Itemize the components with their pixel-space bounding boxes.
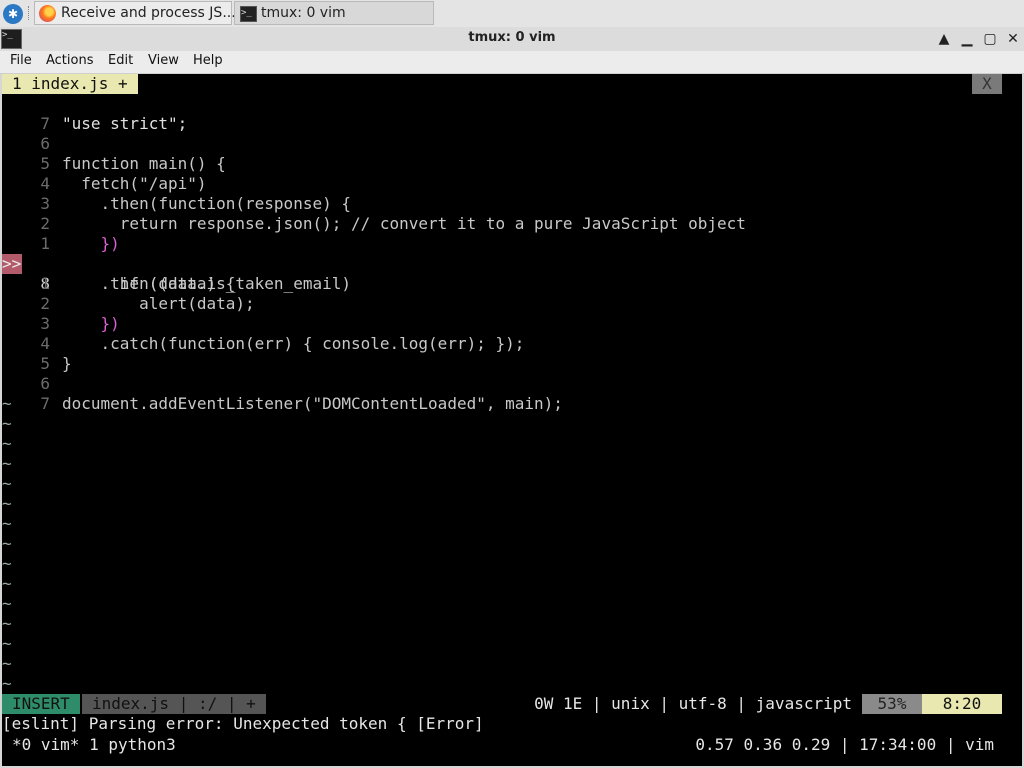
- code-line: 6: [2, 354, 50, 393]
- vim-tab-index-js[interactable]: 1 index.js +: [2, 74, 138, 94]
- code-line: 2 return response.json(); // convert it …: [2, 194, 746, 233]
- code-line: 6: [2, 114, 50, 153]
- code-text: return response.json(); // convert it to…: [62, 214, 746, 233]
- start-menu-icon[interactable]: ✱: [3, 4, 23, 24]
- code-line: 3 }): [2, 294, 119, 333]
- maximize-button[interactable]: ▢: [980, 29, 1000, 49]
- tilde-line: ~: [2, 634, 12, 653]
- close-button[interactable]: ✕: [1003, 29, 1023, 49]
- code-text: }: [62, 354, 72, 373]
- code-text: document.addEventListener("DOMContentLoa…: [62, 394, 563, 413]
- tilde-line: ~: [2, 674, 12, 693]
- code-line: 5}: [2, 334, 71, 373]
- shade-button[interactable]: ▲: [934, 29, 954, 49]
- code-text: .catch(function(err) { console.log(err);…: [62, 334, 525, 353]
- vim-statusline: INSERT index.js | :/ | + 0W 1E | unix | …: [2, 694, 1022, 714]
- code-line: 4 fetch("/api"): [2, 154, 206, 193]
- tilde-line: ~: [2, 514, 12, 533]
- file-info: 0W 1E | unix | utf-8 | javascript: [534, 694, 852, 713]
- task-label: Receive and process JS...: [61, 5, 236, 21]
- tilde-line: ~: [2, 554, 12, 573]
- tilde-line: ~: [2, 494, 12, 513]
- code-text: if (data.is_taken_email): [62, 274, 351, 293]
- tilde-line: ~: [2, 574, 12, 593]
- tilde-line: ~: [2, 474, 12, 493]
- tilde-line: ~: [2, 454, 12, 473]
- code-line-current: >> 8 .then((data) {: [2, 234, 235, 293]
- code-line: 7 "use strict";: [2, 94, 187, 133]
- tilde-line: ~: [2, 594, 12, 613]
- taskbar-task-firefox[interactable]: Receive and process JS...: [34, 1, 236, 25]
- code-text: fetch("/api"): [62, 174, 207, 193]
- menubar: File Actions Edit View Help: [0, 51, 1024, 74]
- taskbar-separator: [28, 6, 31, 20]
- tilde-line: ~: [2, 394, 12, 413]
- menu-file[interactable]: File: [10, 53, 32, 68]
- menu-edit[interactable]: Edit: [108, 53, 133, 68]
- menu-actions[interactable]: Actions: [46, 53, 94, 68]
- tilde-line: ~: [2, 534, 12, 553]
- tilde-line: ~: [2, 654, 12, 673]
- tmux-status-right: 0.57 0.36 0.29 | 17:34:00 | vim: [695, 735, 994, 754]
- code-text: "use strict";: [62, 114, 188, 133]
- tmux-windows[interactable]: *0 vim* 1 python3: [12, 734, 176, 756]
- vim-tabline: 1 index.js + X: [2, 74, 1022, 94]
- cursor-position: 8:20: [922, 694, 1002, 714]
- taskbar: ✱ Receive and process JS... >_ tmux: 0 v…: [0, 0, 1024, 28]
- terminal-area[interactable]: 1 index.js + X 7 "use strict"; 6 5 functio…: [2, 74, 1022, 766]
- code-text: function main() {: [62, 154, 226, 173]
- tmux-statusbar: *0 vim* 1 python3 0.57 0.36 0.29 | 17:34…: [2, 734, 1022, 756]
- code-line: 3 .then(function(response) {: [2, 174, 351, 213]
- vim-tab-close[interactable]: X: [972, 74, 1002, 94]
- file-indicator: index.js | :/ | +: [82, 694, 266, 714]
- code-text: alert(data);: [62, 294, 255, 313]
- vim-message-line: [eslint] Parsing error: Unexpected token…: [2, 714, 484, 733]
- code-text: }): [62, 314, 120, 333]
- code-text: .then(function(response) {: [62, 194, 351, 213]
- terminal-icon: >_: [240, 6, 257, 22]
- code-line: 5 function main() {: [2, 134, 225, 173]
- code-line: 1 if (data.is_taken_email): [2, 254, 351, 293]
- code-text: }): [62, 234, 120, 253]
- menu-view[interactable]: View: [148, 53, 179, 68]
- tilde-line: ~: [2, 614, 12, 633]
- tilde-line: ~: [2, 434, 12, 453]
- code-line: 2 alert(data);: [2, 274, 254, 313]
- minimize-button[interactable]: ▁: [957, 29, 977, 49]
- code-line: 7 document.addEventListener("DOMContentLo…: [2, 374, 563, 413]
- taskbar-task-terminal[interactable]: >_ tmux: 0 vim: [234, 1, 434, 25]
- window-title: tmux: 0 vim: [468, 30, 556, 45]
- mode-indicator: INSERT: [2, 694, 80, 714]
- firefox-icon: [39, 5, 56, 22]
- code-line: 4 .catch(function(err) { console.log(err…: [2, 314, 524, 353]
- task-label: tmux: 0 vim: [261, 5, 346, 21]
- tilde-line: ~: [2, 414, 12, 433]
- window-titlebar: >_ tmux: 0 vim ▲ ▁ ▢ ✕: [0, 27, 1024, 52]
- menu-help[interactable]: Help: [193, 53, 223, 68]
- scroll-percent: 53%: [862, 694, 922, 714]
- code-line: 1 }): [2, 214, 119, 253]
